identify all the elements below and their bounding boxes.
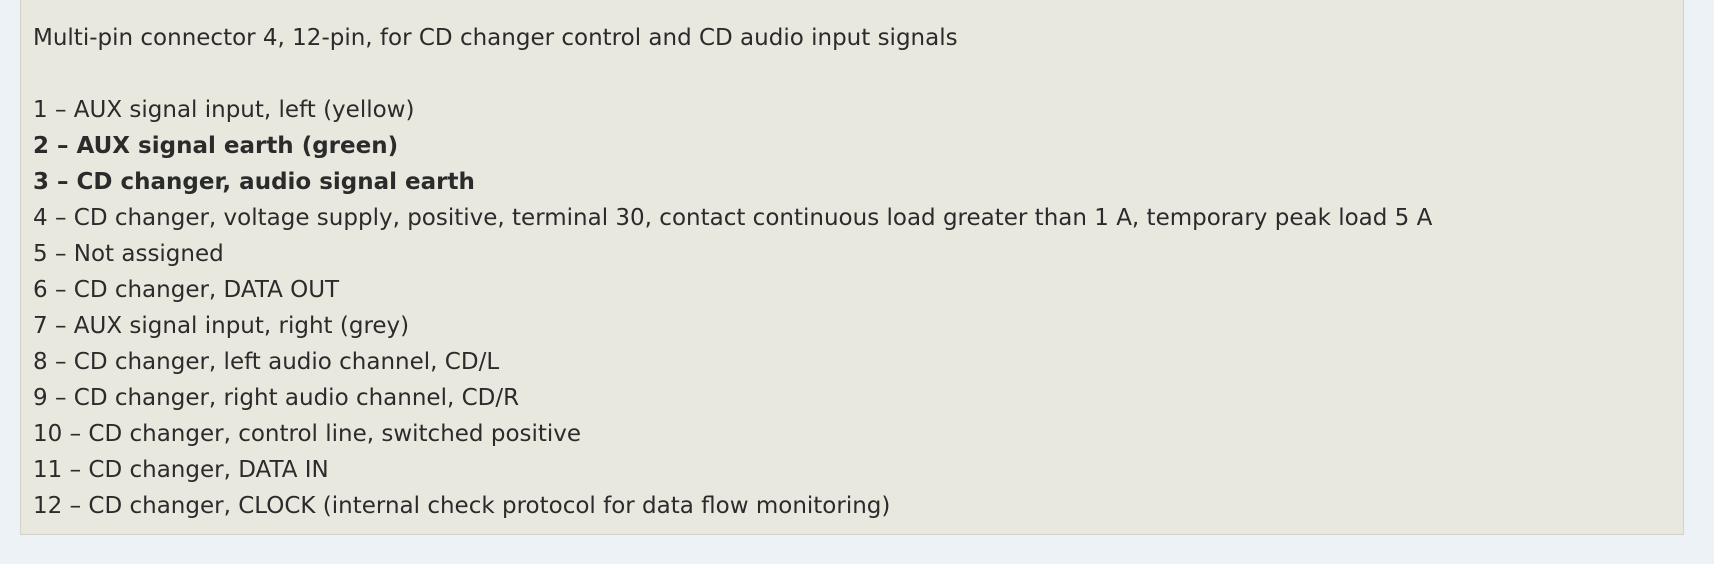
pin-row-7: 7 – AUX signal input, right (grey) [33, 313, 410, 339]
connector-info-panel: Multi-pin connector 4, 12-pin, for CD ch… [20, 0, 1684, 535]
pin-row-5: 5 – Not assigned [33, 241, 224, 267]
pin-row-4: 4 – CD changer, voltage supply, positive… [33, 205, 1433, 231]
pin-row-3: 3 – CD changer, audio signal earth [33, 169, 475, 195]
pin-row-10: 10 – CD changer, control line, switched … [33, 421, 582, 447]
pin-row-1: 1 – AUX signal input, left (yellow) [33, 97, 415, 123]
pin-row-8: 8 – CD changer, left audio channel, CD/L [33, 349, 500, 375]
pin-row-6: 6 – CD changer, DATA OUT [33, 277, 340, 303]
pin-assignment-list: 1 – AUX signal input, left (yellow) 2 – … [33, 92, 1432, 524]
pin-row-9: 9 – CD changer, right audio channel, CD/… [33, 385, 520, 411]
connector-heading: Multi-pin connector 4, 12-pin, for CD ch… [33, 25, 958, 51]
pin-row-12: 12 – CD changer, CLOCK (internal check p… [33, 493, 891, 519]
pin-row-11: 11 – CD changer, DATA IN [33, 457, 329, 483]
pin-row-2: 2 – AUX signal earth (green) [33, 133, 399, 159]
